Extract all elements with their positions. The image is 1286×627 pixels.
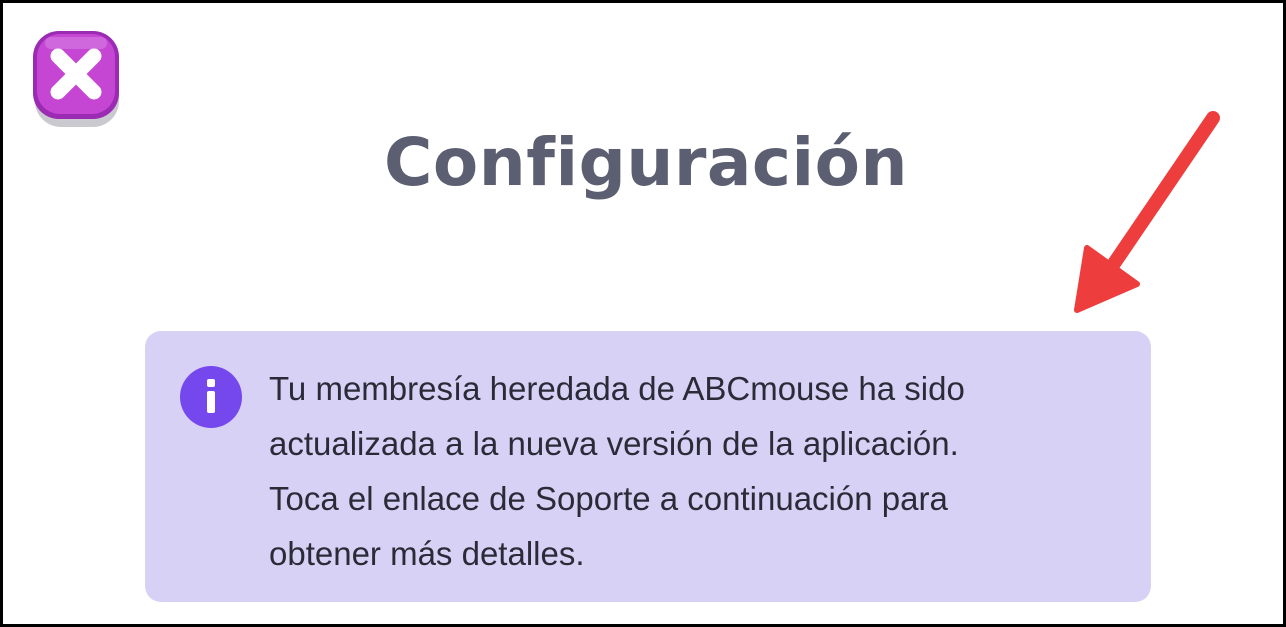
close-button[interactable]	[33, 31, 121, 129]
info-message: Tu membresía heredada de ABCmouse ha sid…	[269, 361, 1099, 581]
info-message-line: actualizada a la nueva versión de la apl…	[269, 425, 959, 462]
annotation-arrow-icon	[1074, 111, 1220, 313]
info-message-line: Tu membresía heredada de ABCmouse ha sid…	[269, 370, 965, 407]
info-icon	[180, 366, 242, 428]
settings-screen: Configuración Tu membresía heredada de A…	[0, 0, 1286, 627]
info-message-line: obtener más detalles.	[269, 535, 585, 572]
info-message-line: Toca el enlace de Soporte a continuación…	[269, 480, 948, 517]
info-banner: Tu membresía heredada de ABCmouse ha sid…	[145, 331, 1151, 602]
close-x-icon	[33, 31, 119, 127]
